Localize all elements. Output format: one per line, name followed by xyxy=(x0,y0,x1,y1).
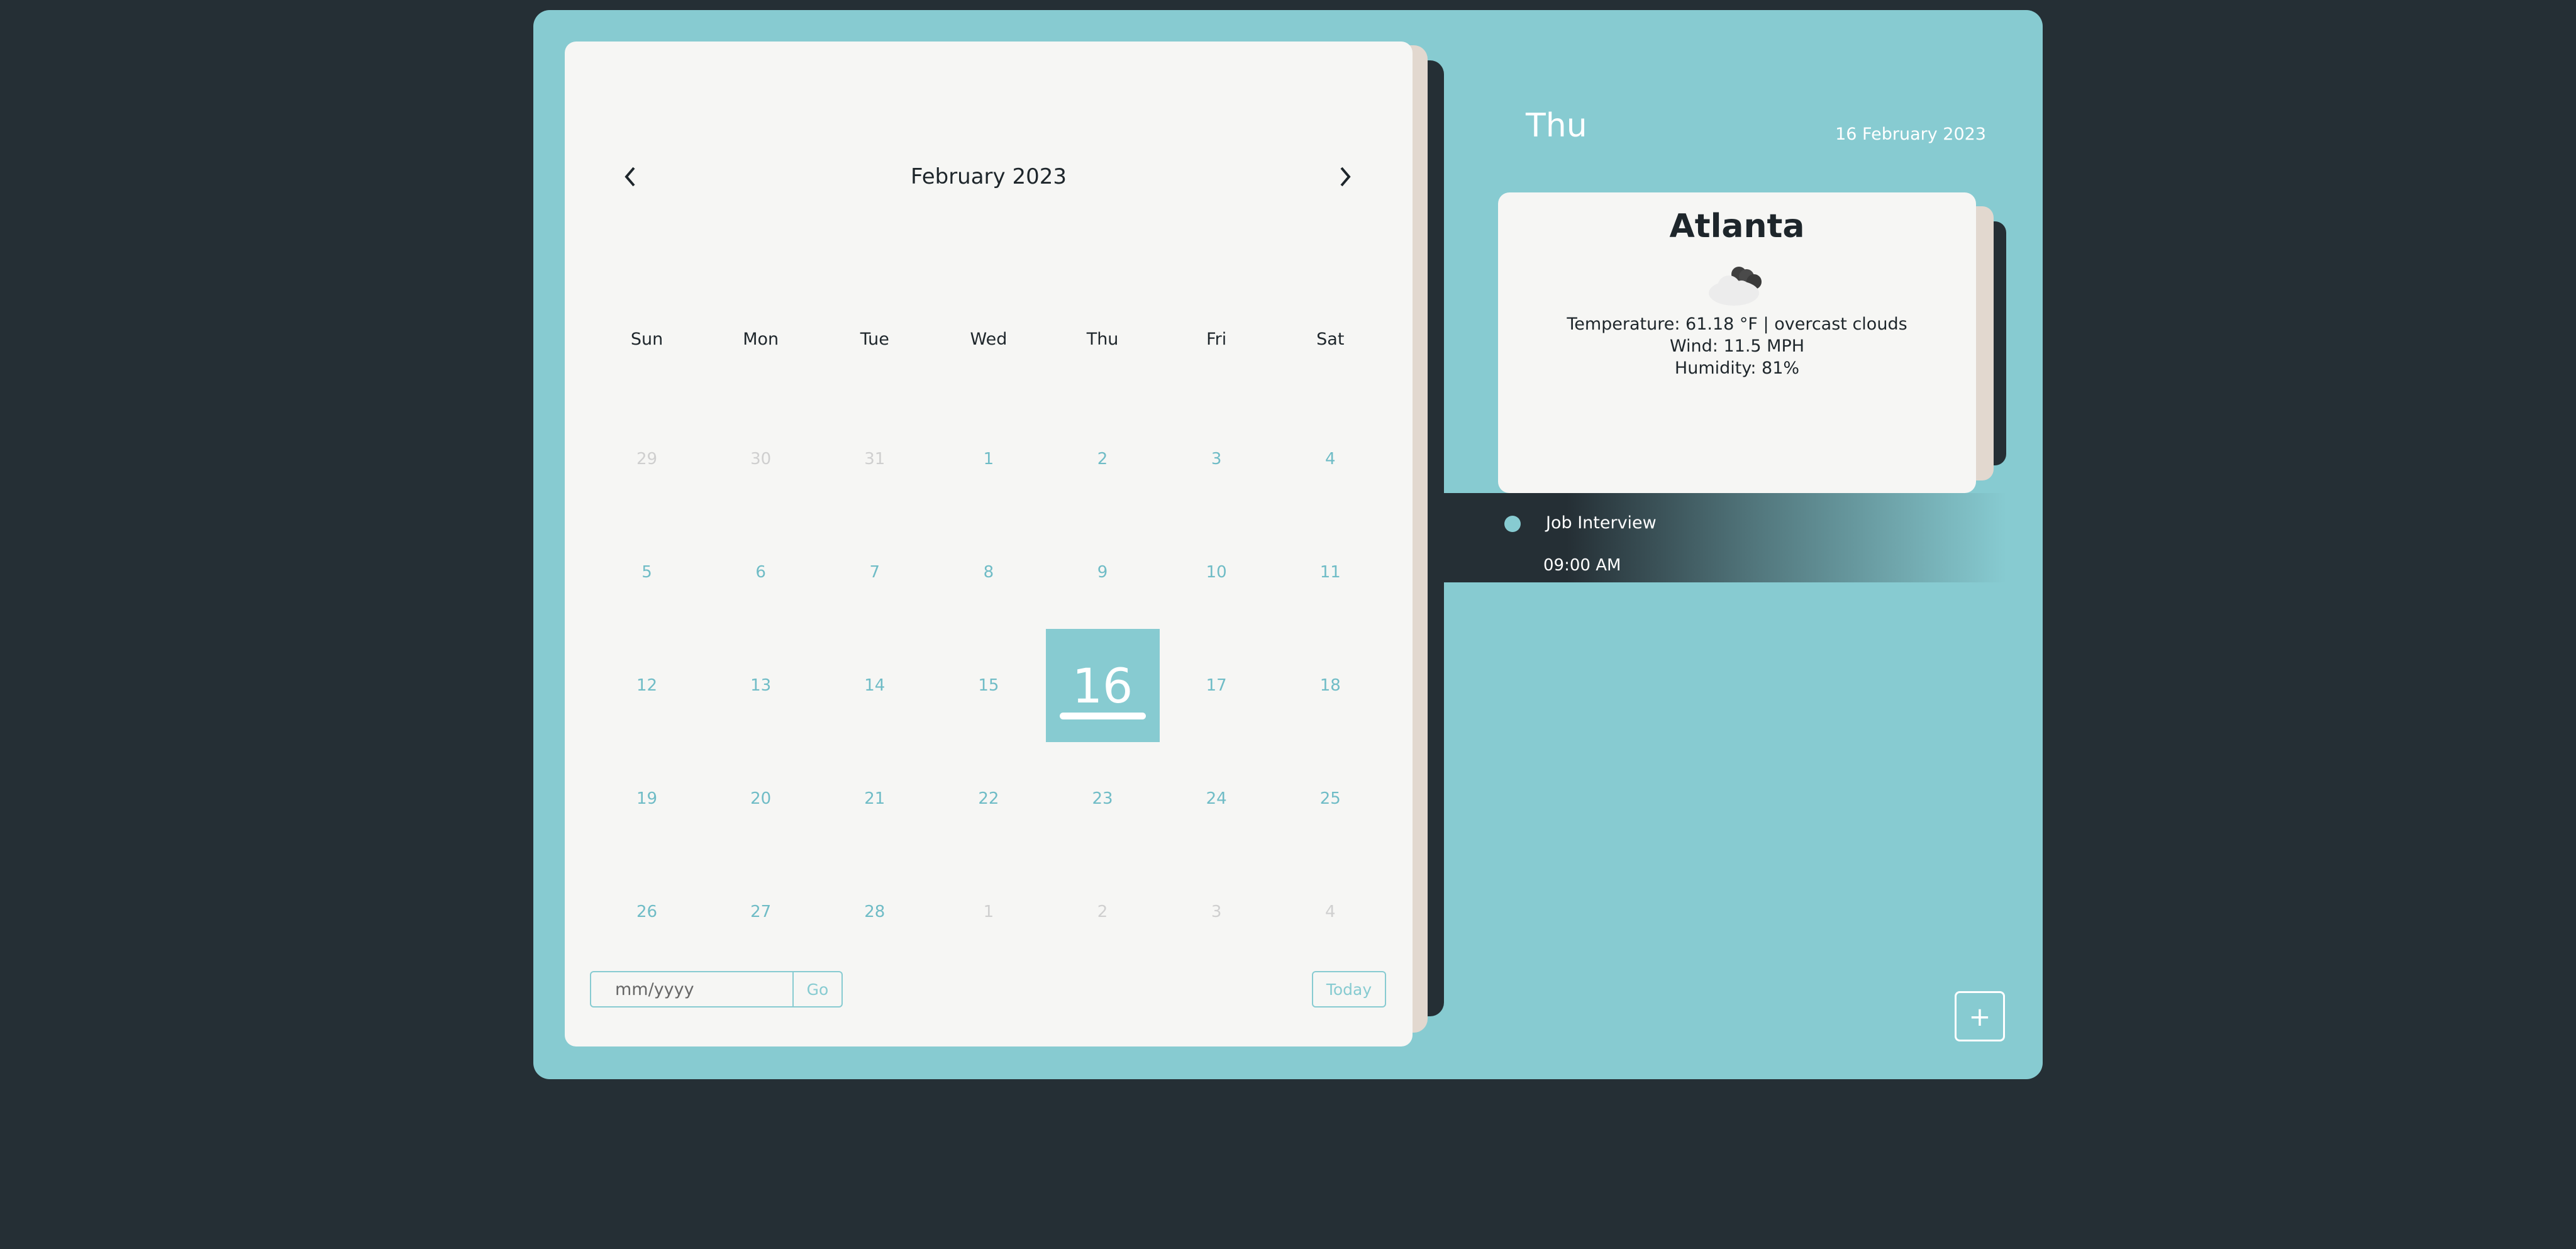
weather-temperature: Temperature: 61.18 °F | overcast clouds xyxy=(1567,314,1907,334)
calendar-week-row: 12 13 14 15 16 17 18 xyxy=(590,629,1387,742)
calendar-day[interactable]: 6 xyxy=(704,516,818,629)
calendar-day[interactable]: 26 xyxy=(590,855,704,969)
weekday-header-row: Sun Mon Tue Wed Thu Fri Sat xyxy=(590,306,1387,374)
calendar-day[interactable]: 17 xyxy=(1160,629,1274,742)
calendar-day[interactable]: 28 xyxy=(818,855,931,969)
chevron-right-icon xyxy=(1340,167,1351,187)
weather-city: Atlanta xyxy=(1669,208,1805,245)
weekday-label: Thu xyxy=(1086,330,1119,349)
calendar-week-row: 29 30 31 1 2 3 4 xyxy=(590,402,1387,516)
event-time: 09:00 AM xyxy=(1543,556,1621,575)
selected-full-date: 16 February 2023 xyxy=(1835,125,1986,144)
month-title: February 2023 xyxy=(911,164,1067,189)
calendar-day[interactable]: 3 xyxy=(1160,855,1274,969)
calendar-day[interactable]: 27 xyxy=(704,855,818,969)
calendar-day[interactable]: 9 xyxy=(1046,516,1160,629)
weather-humidity: Humidity: 81% xyxy=(1674,358,1800,378)
calendar-day[interactable]: 13 xyxy=(704,629,818,742)
calendar-day[interactable]: 18 xyxy=(1274,629,1387,742)
calendar-day[interactable]: 22 xyxy=(931,742,1045,855)
weekday-label: Sun xyxy=(630,330,663,349)
calendar-day[interactable]: 4 xyxy=(1274,402,1387,516)
calendar-day[interactable]: 19 xyxy=(590,742,704,855)
calendar-day[interactable]: 23 xyxy=(1046,742,1160,855)
weather-wind: Wind: 11.5 MPH xyxy=(1669,336,1805,356)
calendar-day[interactable]: 1 xyxy=(931,402,1045,516)
calendar-day-selected[interactable]: 16 xyxy=(1045,629,1160,742)
weather-card: Atlanta Temperature: 61.18 °F | overcast… xyxy=(1498,192,1976,493)
overcast-clouds-icon xyxy=(1709,267,1762,306)
selected-day-name: Thu xyxy=(1526,107,1587,145)
go-button[interactable]: Go xyxy=(794,971,843,1008)
today-button[interactable]: Today xyxy=(1312,971,1386,1008)
calendar-day[interactable]: 31 xyxy=(818,402,931,516)
calendar-day[interactable]: 2 xyxy=(1046,402,1160,516)
weekday-label: Fri xyxy=(1206,330,1227,349)
calendar-week-row: 5 6 7 8 9 10 11 xyxy=(590,516,1387,629)
calendar-header: February 2023 xyxy=(565,136,1413,218)
calendar-week-row: 26 27 28 1 2 3 4 xyxy=(590,855,1387,969)
calendar-day[interactable]: 20 xyxy=(704,742,818,855)
calendar-day[interactable]: 3 xyxy=(1160,402,1274,516)
calendar-day[interactable]: 14 xyxy=(818,629,931,742)
calendar-day[interactable]: 7 xyxy=(818,516,931,629)
calendar-day[interactable]: 25 xyxy=(1274,742,1387,855)
event-title[interactable]: Job Interview xyxy=(1546,513,1657,533)
calendar-day[interactable]: 11 xyxy=(1274,516,1387,629)
weekday-label: Mon xyxy=(743,330,779,349)
calendar-card: February 2023 Sun Mon Tue Wed Thu Fri Sa… xyxy=(565,42,1413,1046)
next-month-button[interactable] xyxy=(1323,136,1367,218)
calendar-week-row: 19 20 21 22 23 24 25 xyxy=(590,742,1387,855)
weekday-label: Tue xyxy=(860,330,889,349)
event-indicator-dot xyxy=(1504,516,1521,532)
add-event-button[interactable]: + xyxy=(1955,991,2005,1041)
calendar-day[interactable]: 21 xyxy=(818,742,931,855)
month-year-input[interactable] xyxy=(590,971,794,1008)
event-item[interactable] xyxy=(1443,493,2006,582)
calendar-day[interactable]: 29 xyxy=(590,402,704,516)
calendar-day[interactable]: 5 xyxy=(590,516,704,629)
calendar-day[interactable]: 2 xyxy=(1046,855,1160,969)
calendar-day[interactable]: 30 xyxy=(704,402,818,516)
calendar-day[interactable]: 8 xyxy=(931,516,1045,629)
weekday-label: Wed xyxy=(970,330,1008,349)
calendar-day[interactable]: 1 xyxy=(931,855,1045,969)
calendar-day[interactable]: 10 xyxy=(1160,516,1274,629)
calendar-day[interactable]: 15 xyxy=(931,629,1045,742)
calendar-day[interactable]: 24 xyxy=(1160,742,1274,855)
calendar-day[interactable]: 12 xyxy=(590,629,704,742)
calendar-day[interactable]: 4 xyxy=(1274,855,1387,969)
weekday-label: Sat xyxy=(1316,330,1345,349)
